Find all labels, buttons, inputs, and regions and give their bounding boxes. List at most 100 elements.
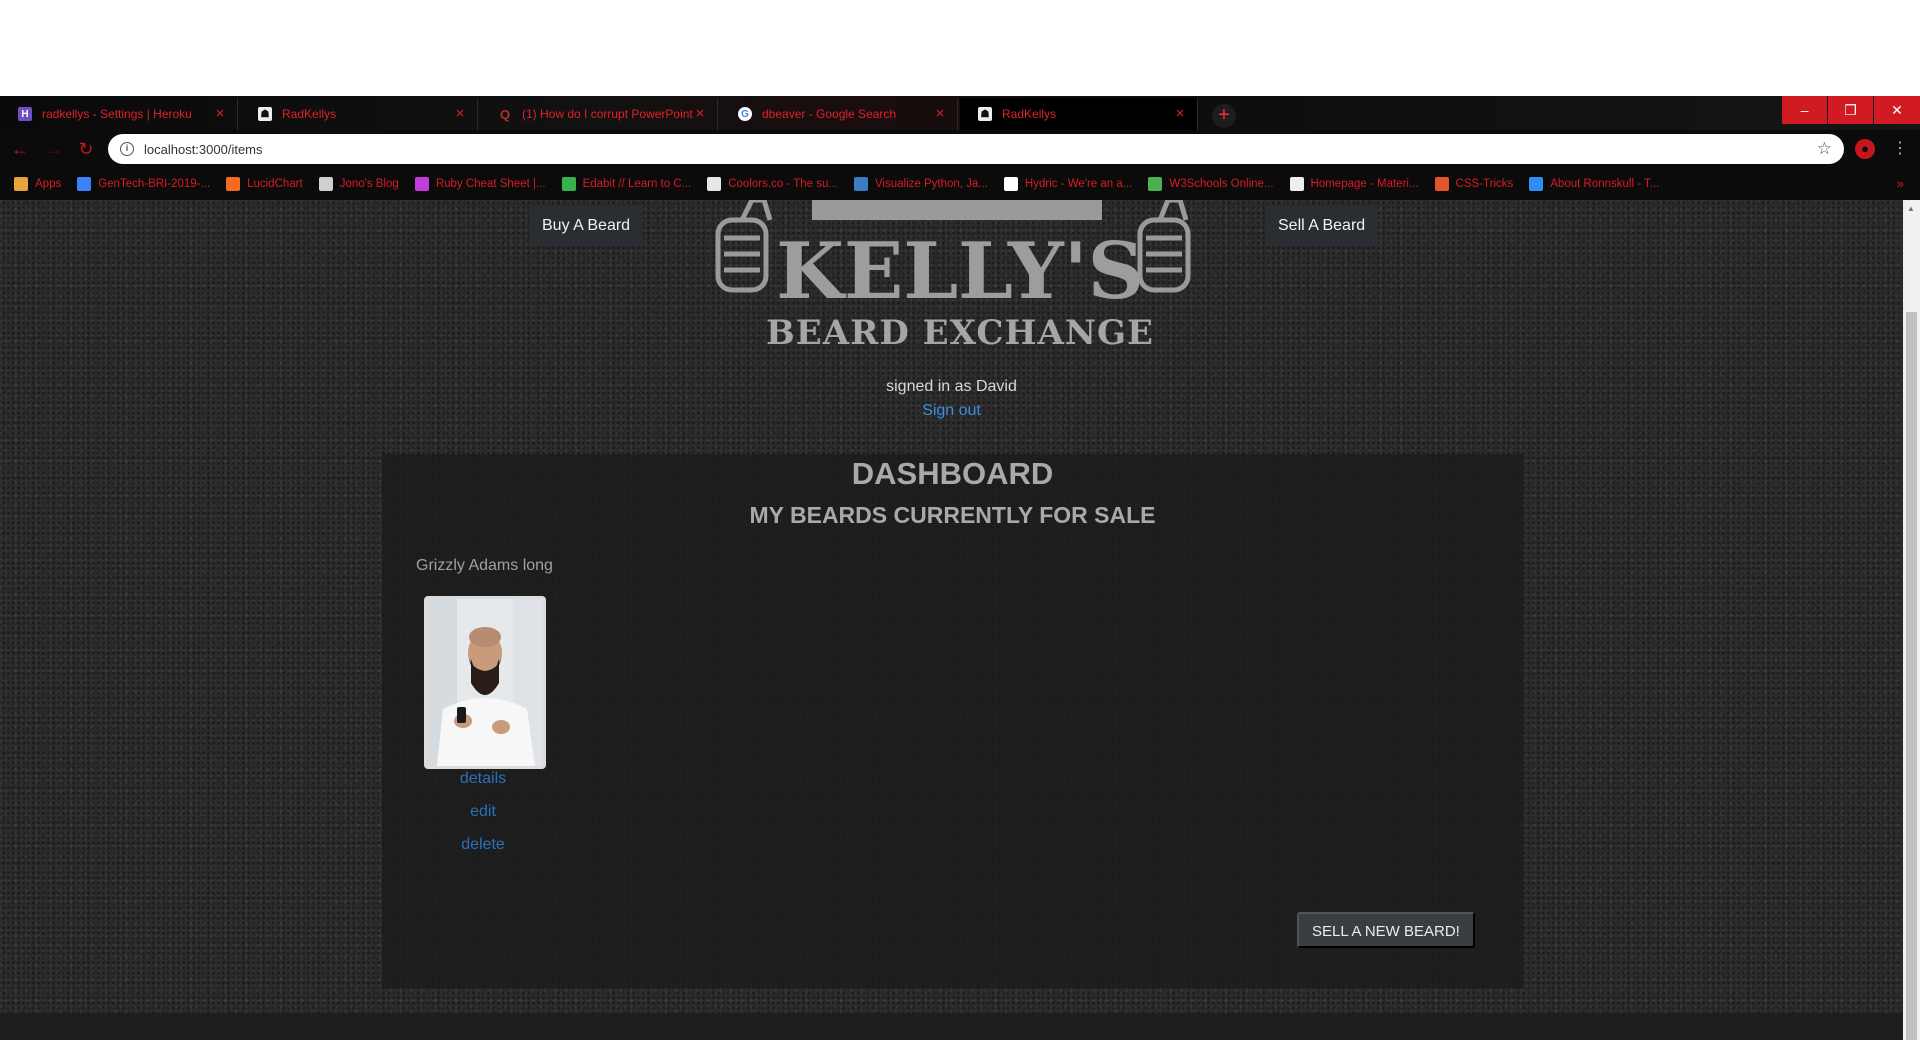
tab-title: (1) How do I corrupt PowerPoint [522, 107, 693, 121]
globe-icon [1529, 177, 1544, 191]
bookmark-item[interactable]: About Ronnskull - T... [1529, 177, 1659, 191]
bookmark-label: Apps [35, 178, 62, 190]
bookmark-label: Edabit // Learn to C... [582, 178, 692, 190]
bookmark-label: Coolors.co - The su... [728, 178, 838, 190]
bookmark-item[interactable]: CSS-Tricks [1434, 177, 1514, 191]
close-window-button[interactable]: ✕ [1874, 96, 1920, 124]
w3schools-icon [1148, 177, 1163, 191]
signed-in-text: signed in as David [886, 378, 1017, 395]
bookmark-item[interactable]: Apps [14, 177, 61, 191]
google-icon: G [738, 107, 752, 121]
url-text[interactable]: localhost:3000/items [144, 142, 1817, 157]
buy-a-beard-button[interactable]: Buy A Beard [529, 206, 644, 246]
tab-quora[interactable]: Q (1) How do I corrupt PowerPoint × [480, 98, 718, 130]
bookmark-label: GenTech-BRI-2019-... [98, 178, 211, 190]
tab-close-icon[interactable]: × [1173, 106, 1187, 121]
bookmark-label: LucidChart [247, 178, 303, 190]
tab-strip: H radkellys - Settings | Heroku × ☗ RadK… [0, 96, 1920, 130]
browser-chrome: H radkellys - Settings | Heroku × ☗ RadK… [0, 96, 1920, 200]
item-title: Grizzly Adams long [416, 557, 553, 574]
bookmarks-bar: Apps GenTech-BRI-2019-... LucidChart Jono's… [0, 168, 1920, 200]
radkellys-icon: ☗ [978, 107, 992, 121]
csstricks-icon [1434, 177, 1449, 191]
bookmark-label: About Ronnskull - T... [1550, 178, 1660, 190]
bookmarks-overflow-icon[interactable]: » [1897, 176, 1904, 191]
apps-grid-icon [14, 177, 28, 191]
item-edit-link[interactable]: edit [416, 803, 550, 821]
reload-icon[interactable]: ↻ [76, 139, 96, 159]
lucidchart-icon [226, 177, 241, 191]
bookmark-item[interactable]: Homepage - Materi... [1289, 177, 1419, 191]
logo-top-letters [812, 200, 1102, 220]
logo-beard-exchange-text: BEARD EXCHANGE [766, 313, 1154, 353]
bookmark-label: CSS-Tricks [1455, 178, 1514, 190]
restore-button[interactable]: ❐ [1828, 96, 1873, 124]
sell-new-beard-button[interactable]: SELL A NEW BEARD! [1297, 912, 1475, 948]
bookmark-item[interactable]: Edabit // Learn to C... [561, 177, 692, 191]
menu-kebab-icon[interactable]: ⋮ [1892, 138, 1908, 158]
page-footer [0, 1013, 1903, 1040]
dashboard-panel: DASHBOARD MY BEARDS CURRENTLY FOR SALE G… [382, 454, 1523, 988]
bookmark-label: Visualize Python, Ja... [874, 178, 988, 190]
tab-close-icon[interactable]: × [453, 106, 467, 121]
bookmark-item[interactable]: Ruby Cheat Sheet |... [414, 177, 546, 191]
item-details-link[interactable]: details [416, 770, 550, 788]
ruby-icon [414, 177, 429, 191]
tab-close-icon[interactable]: × [213, 106, 227, 121]
scrollbar-thumb[interactable] [1906, 312, 1917, 1040]
dashboard-subtitle: MY BEARDS CURRENTLY FOR SALE [749, 502, 1156, 528]
minimize-button[interactable]: – [1782, 96, 1827, 124]
a-icon [77, 177, 92, 191]
tab-radkellys-active[interactable]: ☗ RadKellys × [960, 98, 1198, 130]
h-icon [1003, 177, 1018, 191]
sell-a-beard-button[interactable]: Sell A Beard [1265, 206, 1379, 246]
page-scrollbar[interactable]: ▲ [1903, 200, 1920, 1040]
tab-radkellys-1[interactable]: ☗ RadKellys × [240, 98, 478, 130]
site-logo: KELLY'S BEARD EXCHANGE [715, 200, 1191, 353]
bookmark-item[interactable]: Hydric - We're an a... [1003, 177, 1133, 191]
bookmark-label: Hydric - We're an a... [1024, 178, 1133, 190]
new-tab-button[interactable]: + [1212, 104, 1236, 128]
right-hand-emblem-icon [1137, 200, 1191, 293]
item-photo[interactable] [424, 596, 546, 769]
bookmark-label: Jono's Blog [339, 178, 399, 190]
forward-arrow-icon[interactable]: → [44, 139, 64, 159]
scroll-up-arrow-icon[interactable]: ▲ [1907, 204, 1915, 213]
heroku-icon: H [18, 107, 32, 121]
bookmark-label: W3Schools Online... [1169, 178, 1274, 190]
bearded-man-image [427, 599, 543, 766]
tab-google-search[interactable]: G dbeaver - Google Search × [720, 98, 958, 130]
back-arrow-icon[interactable]: ← [10, 139, 30, 159]
bookmark-item[interactable]: Visualize Python, Ja... [853, 177, 988, 191]
tab-close-icon[interactable]: × [693, 106, 707, 121]
bookmark-label: Homepage - Materi... [1310, 178, 1419, 190]
quora-icon: Q [499, 106, 511, 122]
wordpress-icon [318, 177, 333, 191]
bookmark-item[interactable]: Coolors.co - The su... [707, 177, 838, 191]
page-viewport: Buy A Beard Sell A Beard KELLY'S BEARD E… [0, 200, 1920, 1040]
bookmark-item[interactable]: W3Schools Online... [1148, 177, 1274, 191]
radkellys-icon: ☗ [258, 107, 272, 121]
bookmark-label: Ruby Cheat Sheet |... [435, 178, 546, 190]
tab-title: RadKellys [282, 107, 337, 121]
tab-close-icon[interactable]: × [933, 106, 947, 121]
address-bar[interactable]: i localhost:3000/items ☆ [108, 134, 1844, 164]
python-icon [853, 177, 868, 191]
tab-heroku-settings[interactable]: H radkellys - Settings | Heroku × [0, 98, 238, 130]
bookmark-item[interactable]: Jono's Blog [318, 177, 399, 191]
bookmark-item[interactable]: GenTech-BRI-2019-... [77, 177, 210, 191]
edabit-icon [561, 177, 576, 191]
tab-title: dbeaver - Google Search [762, 107, 897, 121]
bookmark-item[interactable]: LucidChart [226, 177, 303, 191]
tab-title: radkellys - Settings | Heroku [42, 107, 192, 121]
browser-toolbar: ← → ↻ i localhost:3000/items ☆ ● ⋮ [0, 130, 1920, 168]
left-hand-emblem-icon [715, 200, 773, 293]
bookmark-star-icon[interactable]: ☆ [1817, 139, 1832, 159]
page-icon [1289, 177, 1304, 191]
item-delete-link[interactable]: delete [416, 836, 550, 854]
info-icon[interactable]: i [120, 142, 134, 156]
sign-out-link[interactable]: Sign out [0, 402, 1903, 420]
dashboard-title: DASHBOARD [851, 456, 1054, 491]
logo-kellys-text: KELLY'S [776, 226, 1144, 317]
profile-avatar-icon[interactable]: ● [1855, 139, 1875, 159]
